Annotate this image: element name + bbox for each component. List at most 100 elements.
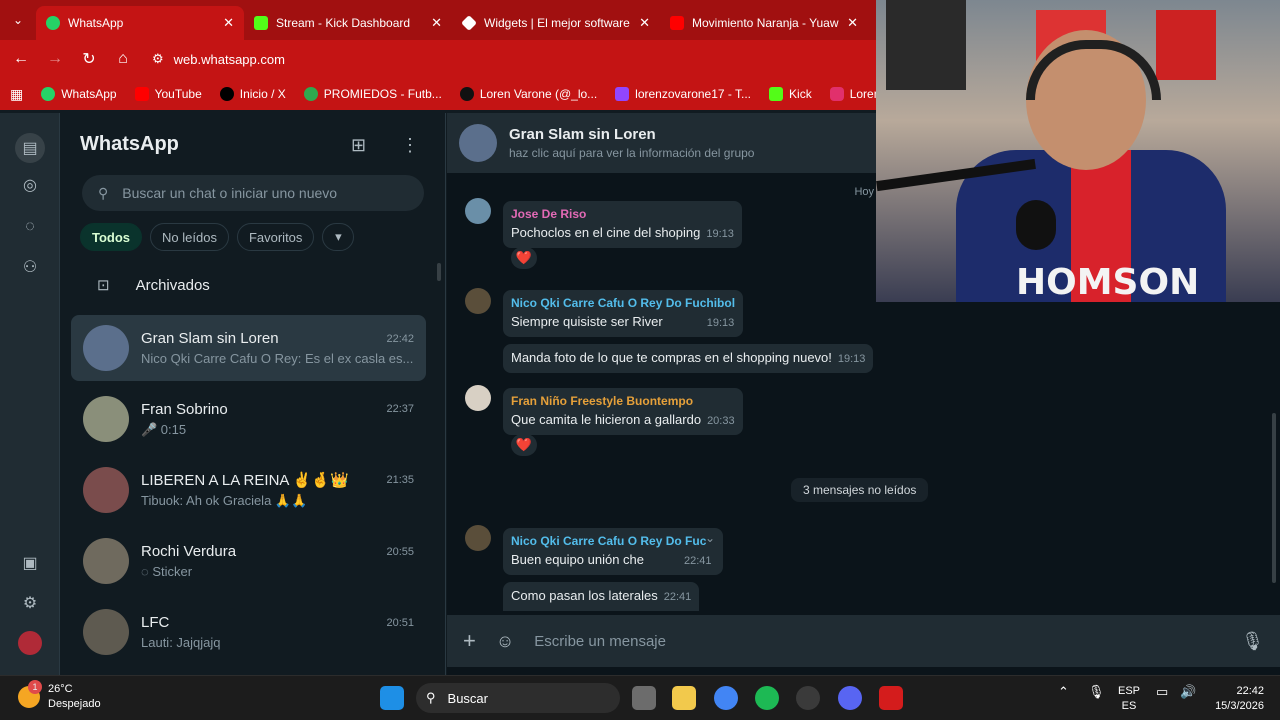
app-icon[interactable] — [796, 686, 820, 710]
communities-icon[interactable]: ⚇ — [18, 255, 42, 279]
bookmark-twitch[interactable]: lorenzovarone17 - T... — [615, 87, 751, 101]
task-view-icon[interactable] — [632, 686, 656, 710]
new-chat-icon[interactable]: ⊞ — [351, 135, 366, 156]
bookmark-x[interactable]: Inicio / X — [219, 87, 286, 101]
settings-gear-icon[interactable]: ⚙ — [18, 591, 42, 615]
chat-item[interactable]: LFC 20:51 Lauti: Jajqjajq — [71, 599, 426, 665]
chat-item[interactable]: Gran Slam sin Loren 22:42 Nico Qki Carre … — [71, 315, 426, 381]
microphone-icon[interactable]: 🎙 — [1241, 631, 1264, 652]
message-bubble[interactable]: Como pasan los laterales 22:41 — [503, 582, 700, 611]
message-options-chevron-icon[interactable]: ⌄ — [705, 531, 715, 545]
media-gallery-icon[interactable]: ▣ — [18, 551, 42, 575]
youtube-favicon-icon — [670, 16, 684, 30]
sender-avatar — [465, 198, 491, 224]
browser-tab-whatsapp[interactable]: WhatsApp ✕ — [36, 6, 244, 40]
chat-list-scrollbar[interactable] — [437, 263, 441, 281]
reload-icon[interactable]: ↻ — [72, 49, 106, 69]
bookmark-whatsapp[interactable]: WhatsApp — [41, 87, 117, 101]
taskbar-search[interactable]: ⚲ Buscar — [416, 683, 620, 713]
chat-item[interactable]: Fran Sobrino 22:37 🎤 0:15 — [71, 386, 426, 452]
browser-tab-kick[interactable]: Stream - Kick Dashboard ✕ — [244, 6, 452, 40]
network-icon[interactable]: ▭ — [1156, 684, 1168, 699]
tab-title: WhatsApp — [68, 16, 124, 30]
filter-no-leidos[interactable]: No leídos — [150, 223, 229, 251]
message-input[interactable]: Escribe un mensaje — [534, 633, 1221, 650]
navigation-rail: ▤ ◎ ◌ ⚇ ▣ ⚙ — [0, 113, 60, 675]
sender-avatar — [465, 288, 491, 314]
streaming-app-icon[interactable] — [879, 686, 903, 710]
message-bubble[interactable]: Nico Qki Carre Cafu O Rey Do Fuc Buen eq… — [503, 528, 723, 575]
discord-icon[interactable] — [838, 686, 862, 710]
spotify-icon[interactable] — [755, 686, 779, 710]
browser-tab-widgets[interactable]: Widgets | El mejor software para ... ✕ — [452, 6, 660, 40]
profile-avatar[interactable] — [18, 631, 42, 655]
menu-dots-icon[interactable]: ⋮ — [401, 135, 419, 156]
shirt-sponsor-text: HOMSON — [1016, 262, 1200, 302]
bookmark-instagram[interactable]: Lorenzovaro — [829, 87, 876, 101]
bookmark-label: lorenzovarone17 - T... — [635, 87, 752, 101]
weather-widget[interactable]: 1 26°C Despejado — [18, 680, 101, 712]
chat-preview: Tibuok: Ah ok Graciela 🙏🙏 — [141, 493, 308, 508]
bookmark-promiedos[interactable]: PROMIEDOS - Futb... — [303, 87, 442, 101]
microphone — [1016, 200, 1056, 250]
language-indicator[interactable]: ESP ES — [1118, 684, 1140, 714]
apps-grid-icon[interactable]: ▦ — [10, 86, 23, 103]
channels-icon[interactable]: ◌ — [18, 215, 42, 239]
url-text[interactable]: web.whatsapp.com — [174, 52, 285, 67]
archived-row[interactable]: ⊡ Archivados — [61, 265, 431, 305]
bookmark-youtube[interactable]: YouTube — [134, 87, 202, 101]
tray-microphone-icon[interactable]: 🎙 — [1088, 684, 1105, 699]
tab-search-chevron-icon[interactable]: ⌄ — [0, 0, 36, 40]
message-bubble[interactable]: Fran Niño Freestyle Buontempo Que camita… — [503, 388, 743, 435]
windows-taskbar: 1 26°C Despejado ⚲ Buscar ⌃ 🎙 ESP ES ▭ 🔊 22… — [0, 675, 1280, 720]
close-tab-icon[interactable]: ✕ — [223, 15, 234, 31]
clock[interactable]: 22:42 15/3/2026 — [1212, 684, 1264, 714]
message-bubble[interactable]: Jose De Riso Pochoclos en el cine del sh… — [503, 201, 742, 248]
message-bubble[interactable]: Nico Qki Carre Cafu O Rey Do Fuchibol Si… — [503, 290, 744, 337]
heart-reaction-icon[interactable]: ❤️ — [511, 434, 537, 456]
chat-preview: Lauti: Jajqjajq — [141, 635, 221, 650]
filter-favoritos[interactable]: Favoritos — [236, 223, 315, 251]
youtube-icon — [134, 87, 149, 101]
chat-preview: 🎤 0:15 — [141, 421, 187, 437]
chat-item[interactable]: Rochi Verdura 20:55 ◌ Sticker — [71, 528, 426, 594]
message-text: Siempre quisiste ser River — [511, 314, 663, 329]
bookmark-label: Loren Varone (@_lo... — [479, 87, 598, 101]
chrome-icon[interactable] — [714, 686, 738, 710]
status-icon[interactable]: ◎ — [18, 173, 42, 197]
message-sender: Jose De Riso — [511, 207, 587, 221]
conversation-header[interactable]: Gran Slam sin Loren haz clic aquí para v… — [447, 113, 876, 173]
avatar — [83, 609, 129, 655]
filter-todos[interactable]: Todos — [80, 223, 143, 251]
promiedos-icon — [303, 87, 318, 101]
close-tab-icon[interactable]: ✕ — [847, 15, 858, 31]
sender-avatar — [465, 385, 491, 411]
chat-time: 22:42 — [386, 332, 414, 345]
volume-icon[interactable]: 🔊 — [1180, 684, 1196, 699]
site-settings-icon[interactable]: ⚙ — [152, 51, 164, 67]
bookmark-tiktok[interactable]: Loren Varone (@_lo... — [459, 87, 598, 101]
filter-more-chevron-icon[interactable]: ▾ — [322, 223, 355, 251]
message-text: Buen equipo unión che — [511, 552, 645, 567]
message-time: 19:13 — [706, 317, 735, 329]
conversation-scrollbar[interactable] — [1272, 413, 1276, 583]
bookmark-label: Lorenzovaro — [849, 87, 876, 101]
search-input[interactable]: ⚲ Buscar un chat o iniciar uno nuevo — [82, 175, 424, 211]
file-explorer-icon[interactable] — [672, 686, 696, 710]
avatar — [83, 396, 129, 442]
windows-start-icon[interactable] — [380, 686, 404, 710]
close-tab-icon[interactable]: ✕ — [431, 15, 442, 31]
message-bubble[interactable]: Manda foto de lo que te compras en el sh… — [503, 344, 874, 373]
chat-item[interactable]: LIBEREN A LA REINA ✌️🤞👑 21:35 Tibuok: Ah … — [71, 457, 426, 523]
tray-chevron-up-icon[interactable]: ⌃ — [1058, 684, 1069, 699]
chats-icon[interactable]: ▤ — [15, 133, 45, 163]
bookmark-kick[interactable]: Kick — [769, 87, 812, 101]
home-icon[interactable]: ⌂ — [106, 50, 140, 68]
forward-arrow-icon[interactable]: → — [38, 50, 72, 68]
emoji-sticker-icon[interactable]: ☺ — [496, 631, 514, 652]
back-arrow-icon[interactable]: ← — [4, 50, 38, 68]
close-tab-icon[interactable]: ✕ — [639, 15, 650, 31]
browser-tab-youtube[interactable]: Movimiento Naranja - Yuawn... ✕ — [660, 6, 868, 40]
attach-plus-icon[interactable]: + — [463, 628, 476, 654]
heart-reaction-icon[interactable]: ❤️ — [511, 247, 537, 269]
